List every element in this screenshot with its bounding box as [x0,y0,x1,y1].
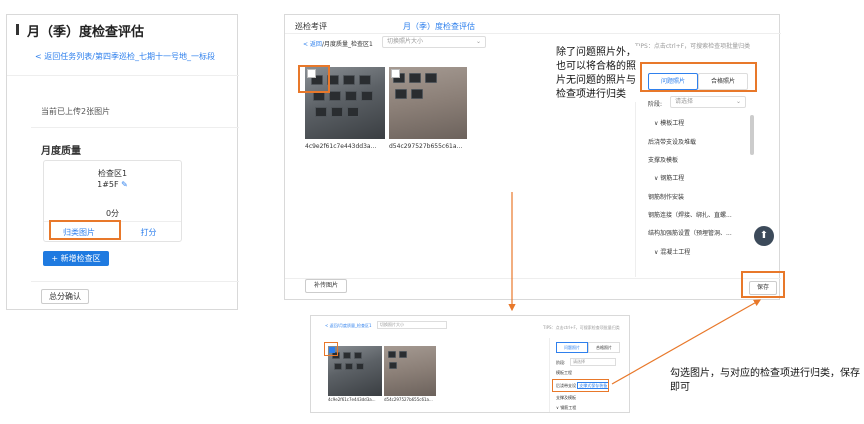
mini-tab-problem[interactable]: 问题照片 [556,342,588,353]
mini-photo-1-name: 4c9e2f61c7e443dd3a... [328,397,376,402]
check-item[interactable]: 后浇带支设及堆载 [648,137,748,146]
callout-bottom: 勾选图片，与对应的检查项进行归类，保存即可 [670,368,860,393]
mini-stage-label: 阶段: [556,360,566,365]
photo-2-checkbox[interactable] [391,69,400,78]
mini-photo-2-name: d54c297527b655c61a... [384,397,433,402]
mini-tab-qualified[interactable]: 合格照片 [588,342,620,353]
mini-check-item[interactable]: ∨ 钢筋工程 [556,405,576,411]
breadcrumb: < 返回/月度质量_检查区1 [303,41,373,48]
check-item[interactable]: ∨ 模板工程 [648,118,748,127]
stage-select[interactable]: 请选择 ⌄ [670,96,746,108]
check-area-name: 检查区1 [97,169,128,178]
rocket-icon[interactable]: ⬆ [754,226,774,246]
uploaded-note: 当前已上传2张图片 [41,107,111,116]
tab-inspection[interactable]: 巡检考评 [295,21,327,32]
tab-monthly-evaluation[interactable]: 月（季）度检查评估 [403,21,475,32]
score-button[interactable]: 打分 [114,227,183,238]
check-area-location: 1#5F ✎ [97,180,128,189]
page-title: 月（季）度检查评估 [27,25,145,40]
tab-underline [285,33,781,34]
highlight-checkbox [298,65,330,93]
highlight-side-tabs [640,62,757,92]
back-link[interactable]: < 返回 [303,41,322,48]
mini-select[interactable]: 切换照片大小 [377,321,447,329]
mini-highlight-item [552,379,609,392]
mini-tips: TIPS：点击ctrl+F，可搜索检查项批量归类 [543,325,620,330]
side-panel: 问题照片 合格照片 阶段: 请选择 ⌄ ∨ 模板工程 后浇带支设及堆载 支撑及模… [635,63,759,277]
check-item-list: ∨ 模板工程 后浇带支设及堆载 支撑及模板 ∨ 钢筋工程 钢筋制作安装 钢筋连接… [648,115,748,265]
highlight-save [741,271,785,298]
check-item[interactable]: 结构加强筋设置（预埋管洞、... [648,228,748,237]
edit-pencil-icon[interactable]: ✎ [121,180,128,189]
photo-2-name: d54c297527b655c61a... [389,143,463,150]
divider [7,75,239,76]
add-check-area-button[interactable]: + 新增检查区 [43,251,109,266]
photo-1-name: 4c9e2f61c7e443dd3a... [305,143,377,150]
mini-check-item[interactable]: 支撑及模板 [556,395,576,401]
check-item[interactable]: ∨ 混凝土工程 [648,247,748,256]
left-panel: 月（季）度检查评估 < 返回任务列表/第四季巡检_七期十一号地_一标段 当前已上… [6,14,239,310]
check-item[interactable]: 钢筋制作安装 [648,192,748,201]
tips-text: TIPS：点击ctrl+F，可搜索检查项批量归类 [635,43,751,50]
back-to-task-list-link[interactable]: < 返回任务列表 [35,52,92,61]
check-item[interactable]: 钢筋连接（焊接、绑扎、直螺... [648,210,748,219]
scrollbar[interactable] [750,115,754,155]
callout-top: 除了问题照片外，也可以将合格的照片无问题的照片与检查项进行归类 [556,46,640,102]
chevron-down-icon: ⌄ [475,38,481,45]
divider [31,281,239,282]
check-area-score: 0分 [105,209,120,218]
photo-2[interactable] [389,67,467,139]
check-item[interactable]: ∨ 钢筋工程 [648,173,748,182]
mini-check-item[interactable]: 模板工程 [556,370,572,376]
mini-photo-2[interactable] [384,346,436,396]
section-title: 月度质量 [41,146,81,157]
photo-size-select[interactable]: 切换照片大小 ⌄ [382,36,486,48]
chevron-down-icon: ⌄ [735,98,741,105]
mini-side-panel: 问题照片 合格照片 阶段: 请选择 模板工程 后浇带支设 支撑式保存装备 支撑及… [549,338,629,412]
title-marker [16,24,19,35]
footer-divider [285,278,781,279]
breadcrumb: < 返回任务列表/第四季巡检_七期十一号地_一标段 [35,52,215,61]
stage-label: 阶段: [648,101,663,108]
total-confirm-button[interactable]: 总分确认 [41,289,89,304]
highlight-classify [49,220,121,240]
mini-highlight-checkbox [324,342,338,356]
upload-more-button[interactable]: 补传图片 [305,279,347,293]
mini-breadcrumb: < 返回/月度质量_检查区1 [325,323,372,328]
mini-stage-select[interactable]: 请选择 [570,358,616,366]
divider [31,127,239,128]
main-panel: 巡检考评 月（季）度检查评估 < 返回/月度质量_检查区1 切换照片大小 ⌄ T… [284,14,781,300]
check-item[interactable]: 支撑及模板 [648,155,748,164]
mini-panel: < 返回/月度质量_检查区1 切换照片大小 TIPS：点击ctrl+F，可搜索检… [310,315,630,413]
